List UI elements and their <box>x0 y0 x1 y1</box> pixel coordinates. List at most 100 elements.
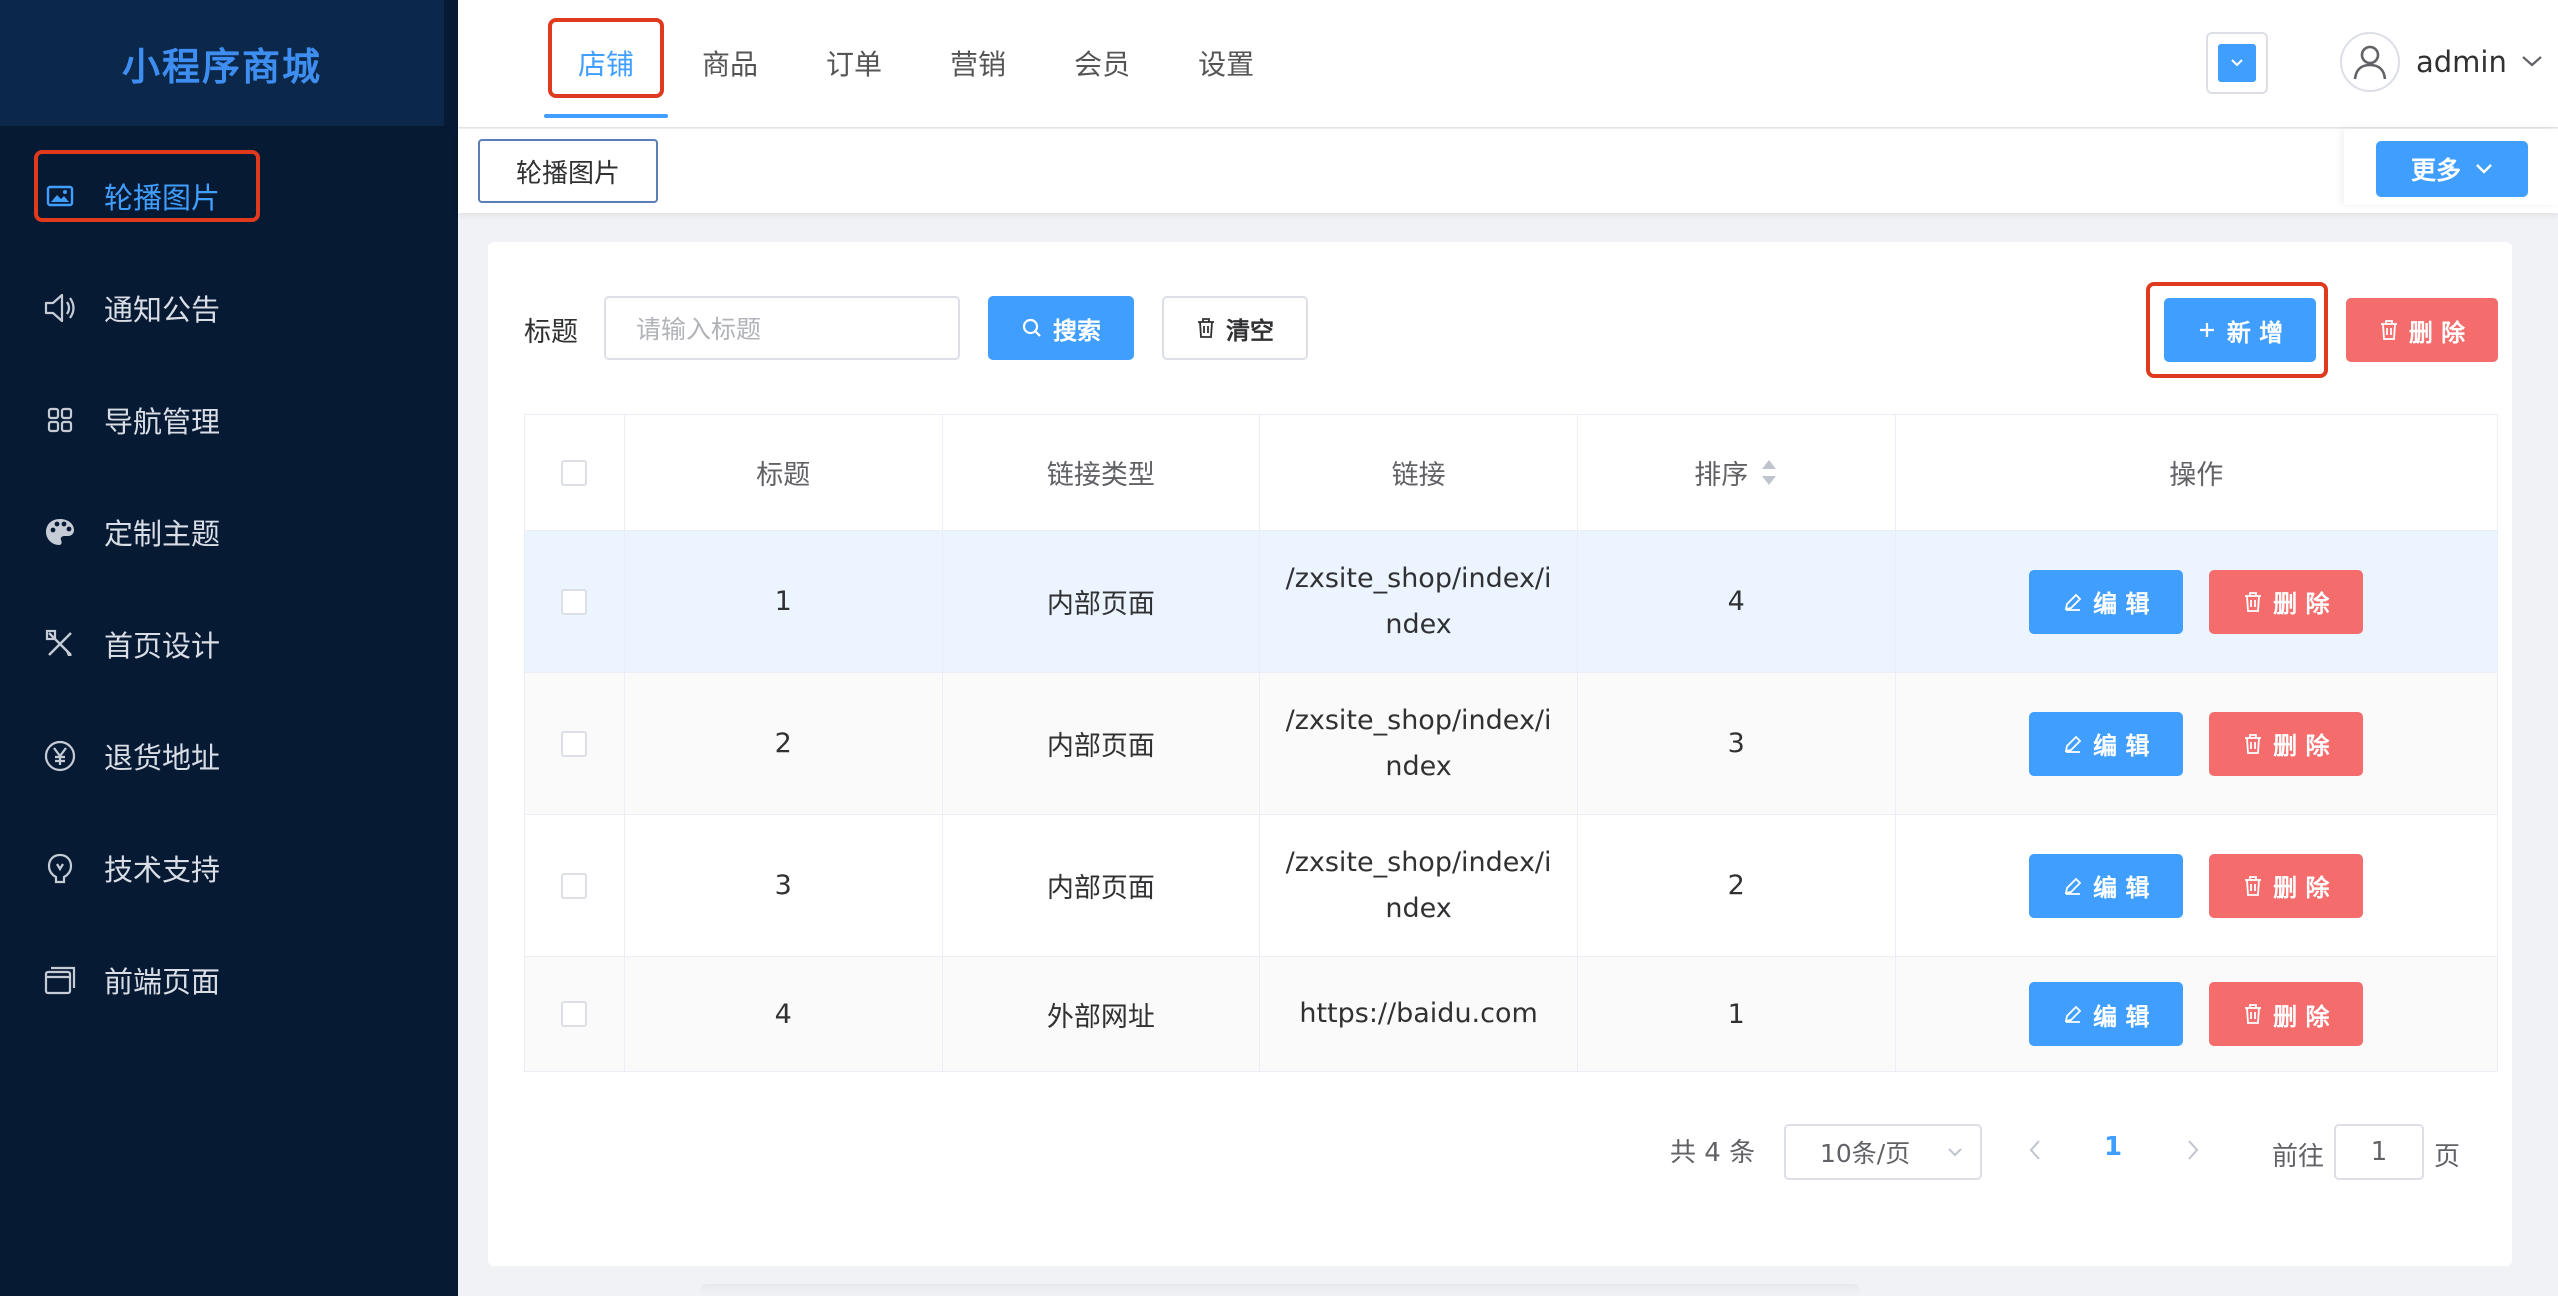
row-checkbox[interactable] <box>561 730 588 757</box>
row-checkbox-cell <box>525 673 625 814</box>
column-header-sort[interactable]: 排序 <box>1578 415 1896 530</box>
cell-sort: 1 <box>1578 957 1896 1071</box>
cell-link-text: /zxsite_shop/index/index <box>1285 846 1552 924</box>
search-label: 搜索 <box>1053 316 1101 345</box>
chevron-down-icon <box>2218 44 2256 82</box>
batch-delete-button[interactable]: 删 除 <box>2346 298 2498 362</box>
cell-link-type: 内部页面 <box>943 815 1261 956</box>
cell-sort: 4 <box>1578 531 1896 672</box>
tags-view: 轮播图片 更多 <box>458 129 2558 213</box>
clear-button[interactable]: 清空 <box>1162 296 1308 360</box>
table-row: 2 内部页面 /zxsite_shop/index/index 3 编 辑 删 … <box>525 673 2497 815</box>
sidebar-item-home-design[interactable]: 首页设计 <box>0 588 458 700</box>
edit-label: 编 辑 <box>2093 732 2150 760</box>
plus-icon <box>2199 323 2214 337</box>
grid-icon <box>42 402 78 438</box>
search-button[interactable]: 搜索 <box>988 296 1134 360</box>
cell-sort: 2 <box>1578 815 1896 956</box>
edit-icon <box>2064 877 2082 895</box>
tab-store[interactable]: 店铺 <box>544 0 669 126</box>
prev-page-button[interactable] <box>2028 1138 2042 1166</box>
cell-link-text: https://baidu.com <box>1299 998 1538 1029</box>
user-icon <box>2353 45 2387 80</box>
edit-button[interactable]: 编 辑 <box>2029 569 2184 634</box>
more-wrap: 更多 <box>2344 129 2558 205</box>
tab-label: 营销 <box>950 48 1007 81</box>
theme-color-picker[interactable] <box>2206 32 2268 94</box>
user-menu[interactable]: admin <box>2340 28 2543 96</box>
edit-button[interactable]: 编 辑 <box>2029 711 2184 776</box>
cell-actions: 编 辑 删 除 <box>1896 673 2497 814</box>
cell-title: 1 <box>625 531 943 672</box>
row-checkbox[interactable] <box>561 1001 588 1027</box>
sidebar-item-label: 退货地址 <box>104 741 221 775</box>
sidebar-item-notice[interactable]: 通知公告 <box>0 252 458 364</box>
tab-label: 订单 <box>826 48 883 81</box>
delete-button[interactable]: 删 除 <box>2209 711 2364 776</box>
tab-label: 设置 <box>1198 48 1255 81</box>
design-tools-icon <box>42 626 78 662</box>
column-header-link: 链接 <box>1260 415 1578 530</box>
column-header-sort-label: 排序 <box>1694 460 1749 491</box>
title-filter-label: 标题 <box>524 317 578 348</box>
clear-label: 清空 <box>1226 316 1274 345</box>
edit-label: 编 辑 <box>2093 874 2150 902</box>
page-suffix-label: 页 <box>2434 1142 2461 1172</box>
cell-sort: 3 <box>1578 673 1896 814</box>
edit-label: 编 辑 <box>2093 590 2150 618</box>
yen-icon <box>42 738 78 774</box>
add-button[interactable]: 新 增 <box>2164 298 2316 362</box>
trash-icon <box>1198 318 1214 338</box>
tab-products[interactable]: 商品 <box>668 0 792 126</box>
title-search-input[interactable]: 请输入标题 <box>604 296 960 360</box>
delete-button[interactable]: 删 除 <box>2209 853 2364 918</box>
sidebar-item-label: 定制主题 <box>104 517 221 551</box>
cell-link-text: /zxsite_shop/index/index <box>1285 704 1552 782</box>
tab-settings[interactable]: 设置 <box>1164 0 1288 126</box>
sidebar-item-label: 首页设计 <box>104 629 221 663</box>
edit-icon <box>2064 735 2082 753</box>
search-icon <box>1022 318 1041 337</box>
delete-button[interactable]: 删 除 <box>2209 982 2364 1046</box>
trash-icon <box>2245 1004 2262 1024</box>
sidebar-item-label: 轮播图片 <box>104 181 221 215</box>
row-checkbox[interactable] <box>561 872 588 899</box>
row-checkbox[interactable] <box>561 588 588 615</box>
page-number-current[interactable]: 1 <box>2104 1132 2122 1162</box>
pages-icon <box>42 962 78 998</box>
cell-link-type: 内部页面 <box>943 531 1261 672</box>
tab-marketing[interactable]: 营销 <box>916 0 1040 126</box>
page-size-select[interactable]: 10条/页 <box>1784 1124 1982 1180</box>
sort-caret-icon[interactable] <box>1760 459 1778 486</box>
cell-link-text: /zxsite_shop/index/index <box>1285 562 1552 640</box>
cell-link: /zxsite_shop/index/index <box>1260 815 1578 956</box>
trash-icon <box>2245 591 2262 612</box>
palette-icon <box>42 514 78 550</box>
next-page-button[interactable] <box>2186 1138 2200 1166</box>
sidebar-item-navigation[interactable]: 导航管理 <box>0 364 458 476</box>
sidebar-item-support[interactable]: 技术支持 <box>0 812 458 924</box>
more-button[interactable]: 更多 <box>2376 141 2528 197</box>
sidebar-item-theme[interactable]: 定制主题 <box>0 476 458 588</box>
tab-members[interactable]: 会员 <box>1040 0 1164 126</box>
sidebar-item-return-address[interactable]: 退货地址 <box>0 700 458 812</box>
delete-button[interactable]: 删 除 <box>2209 569 2364 634</box>
sidebar-item-banner[interactable]: 轮播图片 <box>0 140 458 252</box>
select-all-checkbox[interactable] <box>561 459 588 486</box>
sidebar-item-frontend-pages[interactable]: 前端页面 <box>0 924 458 1036</box>
delete-label: 删 除 <box>2273 874 2330 902</box>
tag-banner[interactable]: 轮播图片 <box>478 139 659 203</box>
row-checkbox-cell <box>525 531 625 672</box>
avatar <box>2340 32 2400 92</box>
app-title: 小程序商城 <box>121 44 322 89</box>
tab-label: 会员 <box>1074 48 1131 81</box>
edit-button[interactable]: 编 辑 <box>2029 982 2184 1046</box>
user-name: admin <box>2416 45 2507 79</box>
edit-icon <box>2064 1005 2082 1023</box>
sidebar-item-label: 前端页面 <box>104 965 221 999</box>
page-jump-input[interactable]: 1 <box>2334 1124 2424 1180</box>
tab-orders[interactable]: 订单 <box>792 0 916 126</box>
cell-actions: 编 辑 删 除 <box>1896 815 2497 956</box>
edit-button[interactable]: 编 辑 <box>2029 853 2184 918</box>
tab-label: 商品 <box>702 48 759 81</box>
